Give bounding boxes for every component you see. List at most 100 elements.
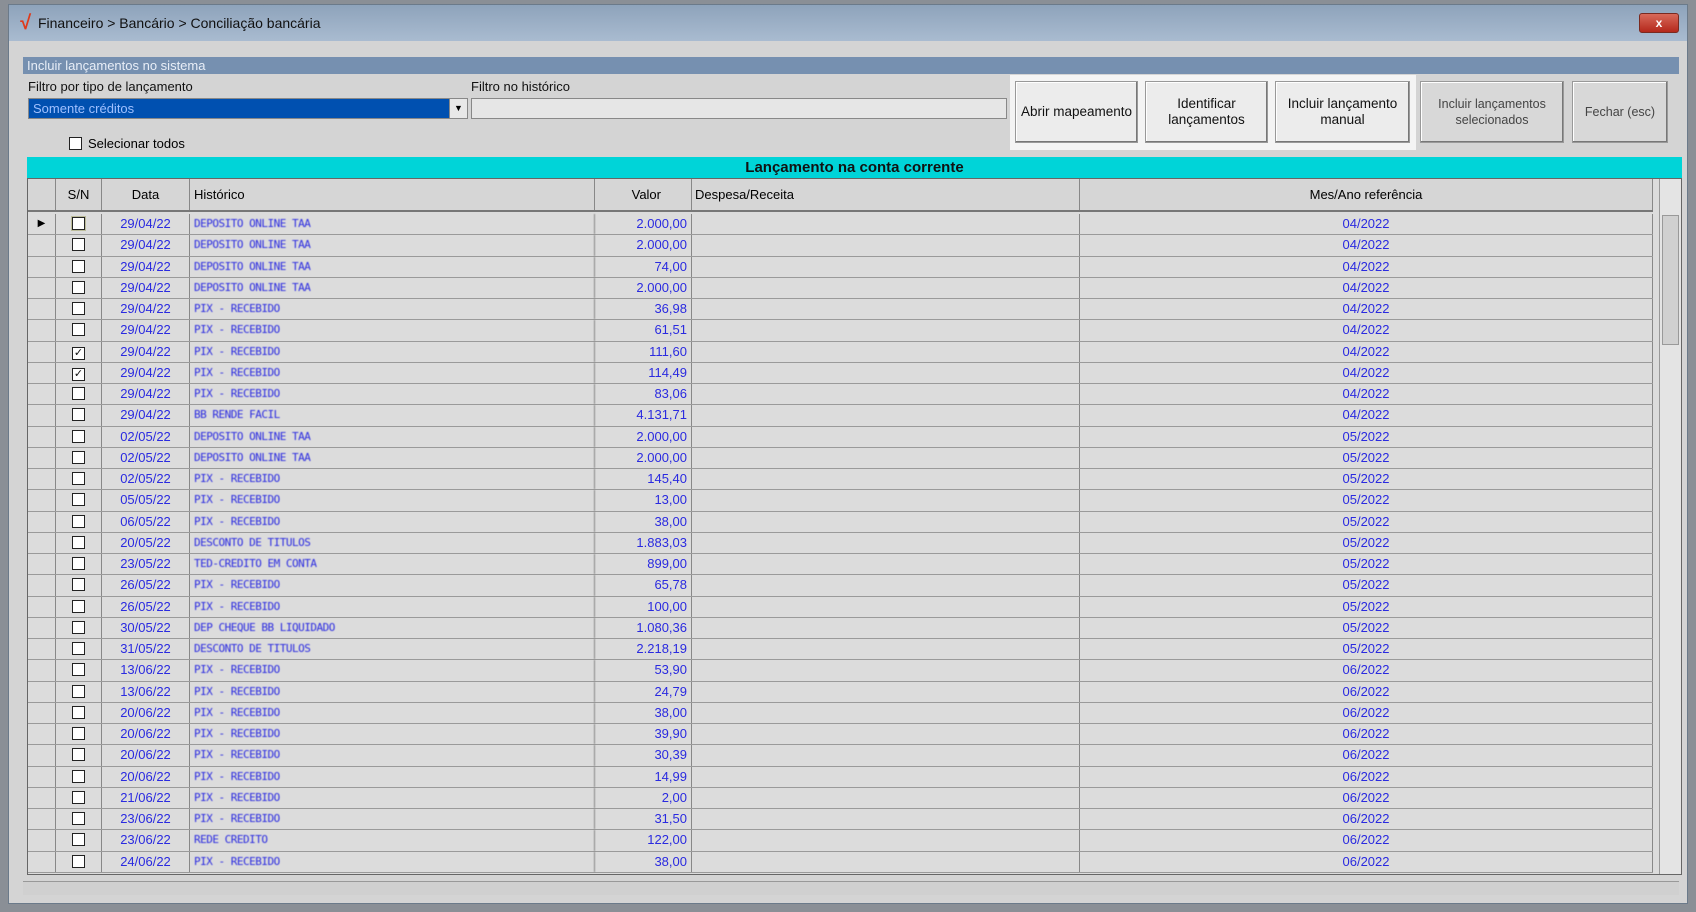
historico-filter-input[interactable] (471, 98, 1007, 119)
col-valor[interactable]: Valor (595, 179, 692, 210)
row-checkbox-cell[interactable] (56, 256, 102, 277)
table-row[interactable]: 26/05/22 PIX - RECEBIDO 100,00 05/2022 (28, 596, 1653, 618)
row-checkbox-cell[interactable] (56, 511, 102, 532)
row-despesa-receita[interactable] (692, 256, 1080, 277)
row-checkbox-cell[interactable] (56, 745, 102, 766)
row-despesa-receita[interactable] (692, 277, 1080, 298)
table-row[interactable]: 02/05/22 PIX - RECEBIDO 145,40 05/2022 (28, 469, 1653, 491)
row-despesa-receita[interactable] (692, 469, 1080, 490)
table-row[interactable]: 20/06/22 PIX - RECEBIDO 38,00 06/2022 (28, 702, 1653, 724)
row-checkbox-cell[interactable] (56, 830, 102, 851)
row-checkbox-cell[interactable] (56, 214, 102, 235)
row-despesa-receita[interactable] (692, 532, 1080, 553)
row-checkbox[interactable] (72, 833, 85, 847)
row-checkbox-cell[interactable] (56, 299, 102, 320)
row-checkbox[interactable] (72, 302, 85, 315)
row-despesa-receita[interactable] (692, 639, 1080, 660)
row-despesa-receita[interactable] (692, 766, 1080, 787)
row-despesa-receita[interactable] (692, 341, 1080, 362)
row-checkbox-cell[interactable] (56, 766, 102, 787)
row-checkbox-cell[interactable] (56, 702, 102, 723)
table-row[interactable]: 29/04/22 PIX - RECEBIDO 61,51 04/2022 (28, 320, 1653, 342)
table-row[interactable]: 29/04/22 DEPOSITO ONLINE TAA 2.000,00 04/20… (28, 235, 1653, 257)
row-checkbox-cell[interactable] (56, 320, 102, 341)
row-checkbox[interactable] (72, 280, 85, 294)
row-checkbox-cell[interactable] (56, 426, 102, 447)
row-checkbox[interactable] (72, 472, 85, 485)
row-checkbox[interactable] (72, 238, 85, 252)
table-row[interactable]: 20/06/22 PIX - RECEBIDO 30,39 06/2022 (28, 745, 1653, 767)
row-checkbox-cell[interactable] (56, 532, 102, 553)
row-checkbox-cell[interactable] (56, 724, 102, 745)
table-row[interactable]: 29/04/22 DEPOSITO ONLINE TAA 2.000,00 04/20… (28, 277, 1653, 299)
table-row[interactable]: 23/05/22 TED-CREDITO EM CONTA 899,00 05/202… (28, 554, 1653, 576)
table-row[interactable]: 29/04/22 BB RENDE FACIL 4.131,71 04/2022 (28, 405, 1653, 427)
row-checkbox[interactable]: ✓ (72, 346, 85, 360)
row-checkbox-cell[interactable] (56, 596, 102, 617)
table-row[interactable]: 06/05/22 PIX - RECEBIDO 38,00 05/2022 (28, 511, 1653, 533)
incluir-lancamento-manual-button[interactable]: Incluir lançamento manual (1275, 81, 1410, 143)
table-row[interactable]: 30/05/22 DEP CHEQUE BB LIQUIDADO 1.080,36 0… (28, 617, 1653, 639)
row-despesa-receita[interactable] (692, 362, 1080, 383)
row-despesa-receita[interactable] (692, 490, 1080, 511)
row-checkbox-cell[interactable] (56, 617, 102, 638)
row-despesa-receita[interactable] (692, 787, 1080, 808)
row-checkbox[interactable] (72, 578, 85, 592)
row-checkbox-cell[interactable] (56, 554, 102, 575)
close-button[interactable]: x (1639, 13, 1679, 33)
row-checkbox[interactable]: ✓ (72, 367, 85, 381)
row-despesa-receita[interactable] (692, 851, 1080, 872)
row-despesa-receita[interactable] (692, 554, 1080, 575)
table-row[interactable]: ✓ 29/04/22 PIX - RECEBIDO 114,49 04/2022 (28, 362, 1653, 384)
row-checkbox[interactable] (72, 557, 85, 570)
row-checkbox-cell[interactable] (56, 639, 102, 660)
table-row[interactable]: 20/05/22 DESCONTO DE TITULOS 1.883,03 05/20… (28, 532, 1653, 554)
chevron-down-icon[interactable]: ▼ (449, 99, 467, 118)
row-despesa-receita[interactable] (692, 235, 1080, 256)
table-row[interactable]: 20/06/22 PIX - RECEBIDO 39,90 06/2022 (28, 724, 1653, 746)
col-sn[interactable]: S/N (56, 179, 102, 210)
table-row[interactable]: 05/05/22 PIX - RECEBIDO 13,00 05/2022 (28, 490, 1653, 512)
row-despesa-receita[interactable] (692, 447, 1080, 468)
row-despesa-receita[interactable] (692, 745, 1080, 766)
table-row[interactable]: 23/06/22 PIX - RECEBIDO 31,50 06/2022 (28, 809, 1653, 831)
table-row[interactable]: 29/04/22 PIX - RECEBIDO 36,98 04/2022 (28, 299, 1653, 321)
row-despesa-receita[interactable] (692, 320, 1080, 341)
table-row[interactable]: ▶ 29/04/22 DEPOSITO ONLINE TAA 2.000,00 04/2… (28, 214, 1653, 236)
row-checkbox-cell[interactable] (56, 384, 102, 405)
row-checkbox-cell[interactable] (56, 809, 102, 830)
table-row[interactable]: 23/06/22 REDE CREDITO 122,00 06/2022 (28, 830, 1653, 852)
abrir-mapeamento-button[interactable]: Abrir mapeamento (1015, 81, 1138, 143)
table-row[interactable]: 24/06/22 PIX - RECEBIDO 38,00 06/2022 (28, 851, 1653, 873)
row-despesa-receita[interactable] (692, 702, 1080, 723)
col-despesa-receita[interactable]: Despesa/Receita (692, 179, 1080, 210)
row-checkbox[interactable] (72, 705, 85, 719)
row-checkbox-cell[interactable] (56, 447, 102, 468)
row-checkbox[interactable] (72, 748, 85, 762)
table-row[interactable]: 21/06/22 PIX - RECEBIDO 2,00 06/2022 (28, 787, 1653, 809)
row-checkbox-cell[interactable] (56, 490, 102, 511)
row-checkbox[interactable] (72, 854, 85, 868)
table-row[interactable]: 29/04/22 PIX - RECEBIDO 83,06 04/2022 (28, 384, 1653, 406)
row-checkbox-cell[interactable] (56, 277, 102, 298)
row-despesa-receita[interactable] (692, 809, 1080, 830)
row-despesa-receita[interactable] (692, 660, 1080, 681)
row-despesa-receita[interactable] (692, 299, 1080, 320)
row-checkbox[interactable] (72, 663, 85, 677)
row-checkbox-cell[interactable]: ✓ (56, 362, 102, 383)
incluir-selecionados-button[interactable]: Incluir lançamentos selecionados (1420, 81, 1564, 143)
row-checkbox-cell[interactable] (56, 681, 102, 702)
identificar-lancamentos-button[interactable]: Identificar lançamentos (1145, 81, 1268, 143)
row-checkbox[interactable] (72, 727, 85, 740)
horizontal-scrollbar[interactable] (23, 881, 1679, 895)
col-historico[interactable]: Histórico (190, 179, 595, 210)
row-checkbox[interactable] (72, 323, 85, 337)
row-checkbox-cell[interactable] (56, 575, 102, 596)
row-checkbox[interactable] (72, 812, 85, 825)
row-despesa-receita[interactable] (692, 511, 1080, 532)
table-row[interactable]: 02/05/22 DEPOSITO ONLINE TAA 2.000,00 05/20… (28, 426, 1653, 448)
vertical-scrollbar[interactable] (1659, 179, 1681, 874)
row-checkbox[interactable] (72, 408, 85, 422)
row-checkbox-cell[interactable] (56, 469, 102, 490)
col-mes-ano[interactable]: Mes/Ano referência (1080, 179, 1653, 210)
